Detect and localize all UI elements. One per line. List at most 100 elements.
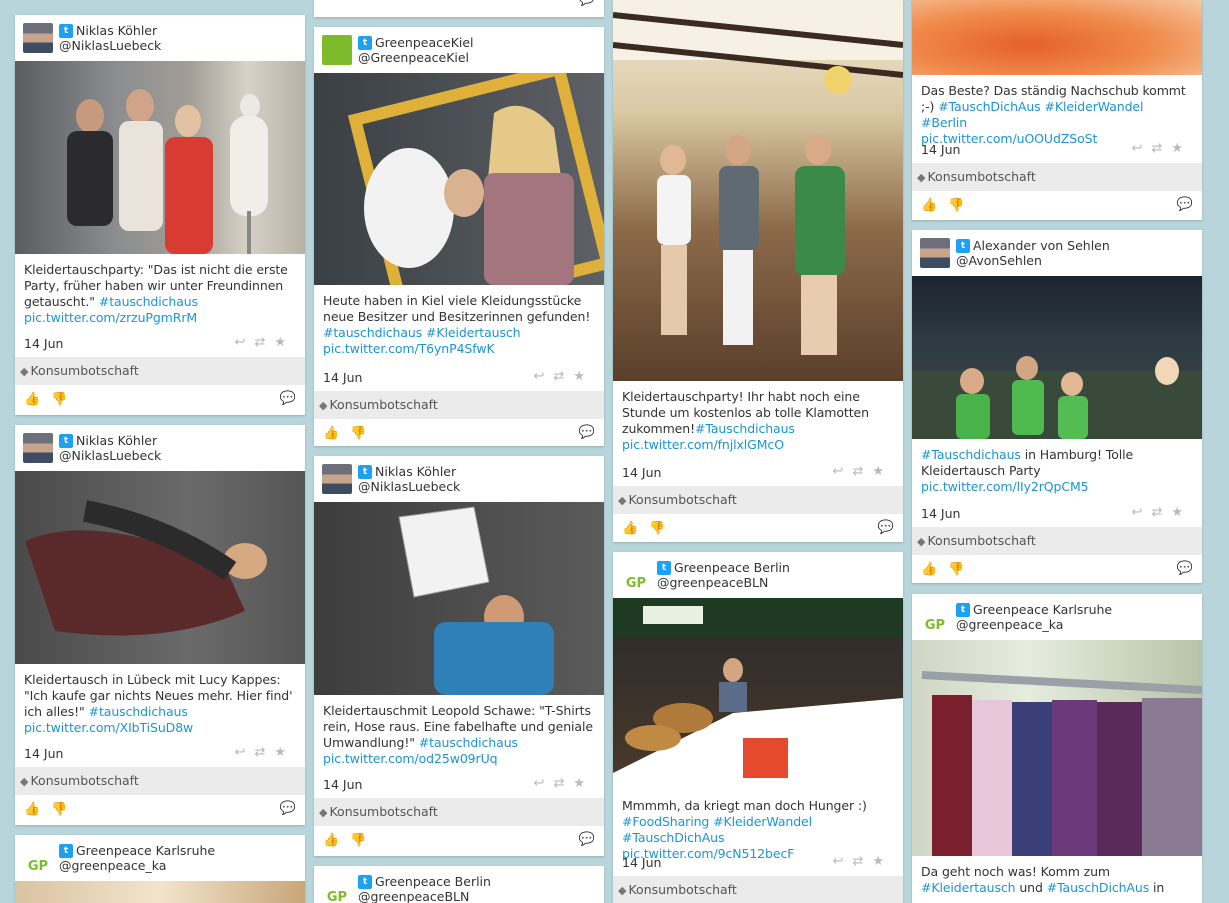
thumbs-up-icon[interactable]: 👍	[24, 392, 40, 407]
tweet-actions[interactable]: ↩⇄★	[235, 335, 295, 350]
comment-icon[interactable]: 💬	[579, 425, 595, 440]
thumbs-up-icon[interactable]: 👍	[24, 802, 40, 817]
tag-label[interactable]: Konsumbotschaft	[30, 773, 138, 788]
tag-label[interactable]: Konsumbotschaft	[927, 533, 1035, 548]
user-handle[interactable]: @AvonSehlen	[956, 253, 1042, 268]
user-handle[interactable]: @NiklasLuebeck	[59, 448, 161, 463]
tweet-photo[interactable]	[314, 502, 604, 695]
hashtag-link[interactable]: #Kleidertausch	[921, 880, 1016, 895]
tag-label[interactable]: Konsumbotschaft	[628, 882, 736, 897]
tag-bar[interactable]: ◆ Konsumbotschaft	[314, 798, 604, 826]
user-name[interactable]: GreenpeaceKiel	[375, 35, 474, 50]
tweet-actions[interactable]: ↩⇄★	[1132, 505, 1192, 520]
tag-label[interactable]: Konsumbotschaft	[927, 169, 1035, 184]
user-handle[interactable]: @greenpeaceBLN	[657, 575, 768, 590]
hashtag-link[interactable]: #TauschDichAus	[1047, 880, 1150, 895]
tag-bar[interactable]: ◆ Konsumbotschaft	[15, 767, 305, 795]
thumbs-down-icon[interactable]: 👎	[350, 426, 366, 441]
comment-icon[interactable]: 💬	[280, 801, 296, 816]
tweet-card[interactable]: t Niklas Köhler @NiklasLuebeck Kleiderta…	[314, 456, 604, 856]
comment-icon[interactable]: 💬	[579, 832, 595, 847]
user-name[interactable]: Alexander von Sehlen	[973, 238, 1110, 253]
tag-bar[interactable]: ◆ Konsumbotschaft	[15, 357, 305, 385]
hashtag-link[interactable]: #tauschdichaus	[99, 294, 198, 309]
tweet-card-footer[interactable]: 💬	[314, 0, 604, 17]
tag-bar[interactable]: ◆ Konsumbotschaft	[314, 391, 604, 419]
thumbs-down-icon[interactable]: 👎	[649, 521, 665, 536]
tweet-photo[interactable]	[613, 598, 903, 790]
tweet-card[interactable]: t Niklas Köhler @NiklasLuebeck Kleiderta…	[15, 425, 305, 825]
thumbs-down-icon[interactable]: 👎	[948, 198, 964, 213]
thumbs-down-icon[interactable]: 👎	[350, 833, 366, 848]
tweet-card[interactable]: Das Beste? Das ständig Nachschub kommt ;…	[912, 0, 1202, 220]
avatar[interactable]: GP	[23, 843, 53, 873]
user-name[interactable]: Greenpeace Berlin	[674, 560, 790, 575]
tweet-photo[interactable]	[15, 881, 305, 903]
tweet-card[interactable]: GP t Greenpeace Berlin @greenpeaceBLN Mm…	[613, 552, 903, 903]
user-name[interactable]: Niklas Köhler	[76, 433, 157, 448]
user-name[interactable]: Greenpeace Karlsruhe	[76, 843, 215, 858]
tweet-actions[interactable]: ↩⇄★	[833, 464, 893, 479]
comment-icon[interactable]: 💬	[1177, 561, 1193, 576]
thumbs-up-icon[interactable]: 👍	[323, 426, 339, 441]
comment-icon[interactable]: 💬	[579, 0, 595, 7]
hashtag-link[interactable]: #tauschdichaus #Kleidertausch	[323, 325, 521, 340]
tweet-photo[interactable]	[15, 471, 305, 664]
user-handle[interactable]: @greenpeace_ka	[59, 858, 166, 873]
avatar[interactable]: GP	[621, 560, 651, 590]
user-handle[interactable]: @NiklasLuebeck	[59, 38, 161, 53]
tweet-card[interactable]: GP t Greenpeace Karlsruhe @greenpeace_ka…	[912, 594, 1202, 903]
thumbs-down-icon[interactable]: 👎	[51, 392, 67, 407]
tag-bar[interactable]: ◆ Konsumbotschaft	[613, 876, 903, 903]
tag-label[interactable]: Konsumbotschaft	[30, 363, 138, 378]
tweet-actions[interactable]: ↩⇄★	[1132, 141, 1192, 156]
comment-icon[interactable]: 💬	[280, 391, 296, 406]
pic-link[interactable]: pic.twitter.com/lIy2rQpCM5	[921, 479, 1089, 494]
user-handle[interactable]: @greenpeaceBLN	[358, 889, 469, 903]
pic-link[interactable]: pic.twitter.com/zrzuPgmRrM	[24, 310, 197, 325]
pic-link[interactable]: pic.twitter.com/XIbTiSuD8w	[24, 720, 193, 735]
tweet-card[interactable]: Kleidertauschparty! Ihr habt noch eine S…	[613, 0, 903, 542]
tweet-card[interactable]: t Alexander von Sehlen @AvonSehlen #Taus…	[912, 230, 1202, 583]
avatar[interactable]	[322, 464, 352, 494]
tag-bar[interactable]: ◆ Konsumbotschaft	[912, 527, 1202, 555]
user-name[interactable]: Niklas Köhler	[76, 23, 157, 38]
tweet-actions[interactable]: ↩⇄★	[833, 854, 893, 869]
hashtag-link[interactable]: #Tauschdichaus	[695, 421, 795, 436]
thumbs-up-icon[interactable]: 👍	[921, 562, 937, 577]
tweet-card[interactable]: GP t Greenpeace Karlsruhe @greenpeace_ka	[15, 835, 305, 903]
thumbs-down-icon[interactable]: 👎	[51, 802, 67, 817]
user-handle[interactable]: @greenpeace_ka	[956, 617, 1063, 632]
user-name[interactable]: Greenpeace Berlin	[375, 874, 491, 889]
tweet-photo[interactable]	[613, 0, 903, 381]
tag-bar[interactable]: ◆ Konsumbotschaft	[912, 163, 1202, 191]
avatar[interactable]: GP	[920, 602, 950, 632]
tweet-photo[interactable]	[912, 276, 1202, 439]
hashtag-link[interactable]: #tauschdichaus	[419, 735, 518, 750]
thumbs-up-icon[interactable]: 👍	[622, 521, 638, 536]
avatar[interactable]	[920, 238, 950, 268]
thumbs-up-icon[interactable]: 👍	[921, 198, 937, 213]
tag-label[interactable]: Konsumbotschaft	[329, 397, 437, 412]
pic-link[interactable]: pic.twitter.com/od25w09rUq	[323, 751, 498, 766]
hashtag-link[interactable]: #tauschdichaus	[89, 704, 188, 719]
tweet-actions[interactable]: ↩⇄★	[534, 369, 594, 384]
tag-label[interactable]: Konsumbotschaft	[628, 492, 736, 507]
avatar[interactable]: GP	[322, 874, 352, 903]
tweet-actions[interactable]: ↩⇄★	[534, 776, 594, 791]
user-name[interactable]: Greenpeace Karlsruhe	[973, 602, 1112, 617]
tweet-card[interactable]: t Niklas Köhler @NiklasLuebeck Kleiderta…	[15, 15, 305, 415]
tag-bar[interactable]: ◆ Konsumbotschaft	[613, 486, 903, 514]
user-handle[interactable]: @GreenpeaceKiel	[358, 50, 469, 65]
tweet-photo[interactable]	[15, 61, 305, 254]
tweet-card[interactable]: GP t Greenpeace Berlin @greenpeaceBLN	[314, 866, 604, 903]
avatar[interactable]	[322, 35, 352, 65]
tweet-photo[interactable]	[912, 640, 1202, 856]
comment-icon[interactable]: 💬	[1177, 197, 1193, 212]
thumbs-up-icon[interactable]: 👍	[323, 833, 339, 848]
hashtag-link[interactable]: #FoodSharing #KleiderWandel #TauschDichA…	[622, 814, 812, 845]
hashtag-link[interactable]: #TauschDichAus #KleiderWandel #Berlin	[921, 99, 1143, 130]
tweet-photo[interactable]	[912, 0, 1202, 75]
hashtag-link[interactable]: #Tauschdichaus	[921, 447, 1021, 462]
tweet-card[interactable]: t GreenpeaceKiel @GreenpeaceKiel Heute h…	[314, 27, 604, 446]
